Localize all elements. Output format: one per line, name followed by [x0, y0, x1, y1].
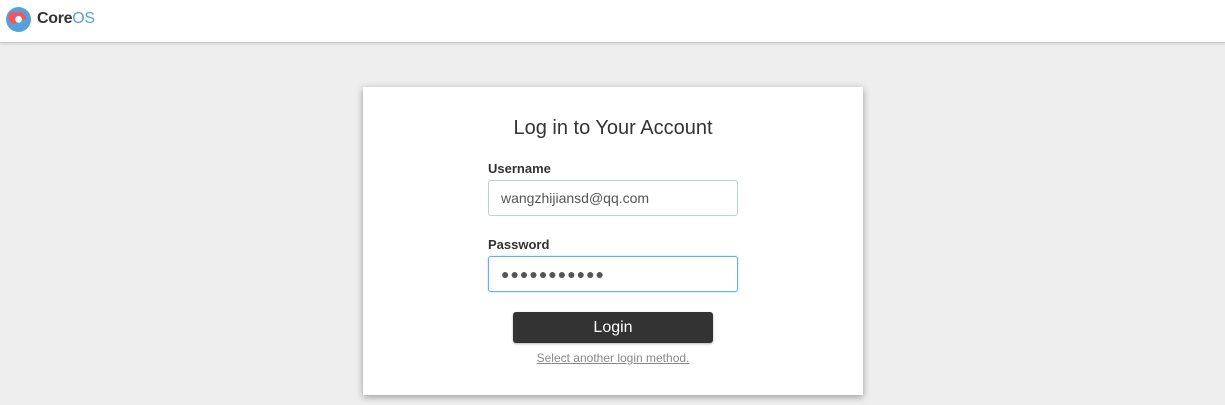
coreos-logo-icon — [6, 6, 31, 32]
top-navigation-bar: CoreOS — [0, 0, 1225, 43]
login-card: Log in to Your Account Username Password… — [363, 87, 863, 395]
username-input[interactable] — [488, 180, 738, 216]
brand-name-os: OS — [72, 10, 95, 27]
login-button[interactable]: Login — [513, 312, 713, 343]
coreos-logo[interactable]: CoreOS — [6, 6, 95, 32]
brand-name: CoreOS — [37, 10, 95, 28]
brand-name-core: Core — [37, 10, 73, 27]
username-label: Username — [488, 161, 551, 176]
password-input[interactable] — [488, 256, 738, 292]
password-label: Password — [488, 237, 550, 252]
select-another-login-method-link[interactable]: Select another login method. — [363, 351, 863, 365]
login-title: Log in to Your Account — [513, 117, 713, 139]
